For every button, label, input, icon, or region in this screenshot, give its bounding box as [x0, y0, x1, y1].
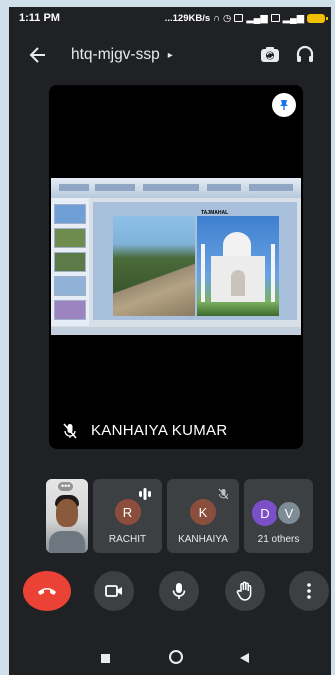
pin-icon [280, 100, 288, 110]
network-speed: ...129KB/s [164, 12, 211, 24]
raise-hand-button[interactable] [225, 571, 265, 611]
square-icon [101, 654, 110, 663]
others-tile[interactable]: D V 21 others [244, 479, 313, 553]
triangle-back-icon [240, 653, 249, 663]
mic-off-icon [63, 423, 77, 438]
alarm-icon: ◷ [223, 12, 232, 24]
signal2-icon: ▂▄▆ [282, 12, 304, 24]
audio-output-button[interactable] [294, 43, 316, 65]
pin-button[interactable] [272, 93, 296, 117]
more-vert-icon [307, 583, 311, 599]
hand-icon [236, 581, 252, 601]
others-avatars: D V [252, 500, 308, 526]
recents-button[interactable] [100, 651, 111, 669]
status-time: 1:11 PM [19, 12, 60, 24]
slide-thumbnails [51, 198, 89, 326]
meeting-code: htq-mjgv-ssp [71, 46, 160, 63]
speaker-name: KANHAIYA KUMAR [91, 422, 228, 439]
participant-name: RACHIT [108, 534, 147, 545]
switch-camera-icon [261, 47, 279, 62]
participant-name: KANHAIYA [178, 534, 228, 545]
switch-camera-button[interactable] [258, 43, 282, 67]
mic-off-icon [218, 487, 229, 505]
avatar: K [190, 499, 216, 525]
vowifi-icon [234, 14, 244, 22]
camera-button[interactable] [94, 571, 134, 611]
avatar: D [252, 500, 278, 526]
video-camera-icon [105, 585, 122, 597]
microphone-icon [172, 583, 186, 599]
self-tile[interactable]: ••• [46, 479, 88, 553]
signal-icon: ▂▄▆ [246, 12, 268, 24]
vowifi2-icon [270, 14, 280, 22]
caret-right-icon: ▸ [167, 49, 173, 61]
participant-strip: ••• R RACHIT K KANHAIYA D V 21 others [46, 479, 313, 553]
speaker-label: KANHAIYA KUMAR [63, 422, 227, 439]
microphone-button[interactable] [159, 571, 199, 611]
more-options-button[interactable] [289, 571, 329, 611]
taj-mahal-image [197, 216, 279, 316]
status-icons: ...129KB/s ∩ ◷ ▂▄▆ ▂▄▆ [164, 12, 328, 24]
home-button[interactable] [168, 649, 184, 670]
arrow-back-icon [29, 47, 45, 63]
back-nav-button[interactable] [239, 651, 250, 669]
ppt-status-bar [51, 327, 301, 335]
navigation-bar [9, 643, 331, 673]
meet-call-screen: 1:11 PM ...129KB/s ∩ ◷ ▂▄▆ ▂▄▆ htq-mjgv-… [9, 7, 331, 675]
call-controls [9, 571, 331, 615]
participant-tile[interactable]: R RACHIT [93, 479, 162, 553]
app-bar: htq-mjgv-ssp ▸ [9, 35, 331, 75]
audio-level-icon [138, 487, 152, 505]
participant-tile[interactable]: K KANHAIYA [167, 479, 239, 553]
call-end-icon [38, 588, 56, 595]
others-count: 21 others [257, 534, 300, 545]
meeting-title[interactable]: htq-mjgv-ssp ▸ [71, 46, 173, 64]
shared-presentation: TAJMAHAL [51, 178, 301, 335]
avatar: R [114, 499, 141, 525]
end-call-button[interactable] [23, 571, 71, 611]
main-stage[interactable]: TAJMAHAL KANHAIYA KUMAR [49, 85, 303, 449]
current-slide: TAJMAHAL [93, 202, 297, 320]
battery-icon [307, 13, 328, 23]
ppt-ribbon [51, 178, 301, 198]
great-wall-image [113, 216, 195, 316]
self-more-icon[interactable]: ••• [58, 482, 74, 491]
back-button[interactable] [27, 44, 49, 66]
status-bar: 1:11 PM ...129KB/s ∩ ◷ ▂▄▆ ▂▄▆ [9, 7, 331, 29]
headset-icon: ∩ [213, 12, 221, 24]
circle-icon [169, 650, 183, 664]
avatar: V [276, 500, 302, 526]
headphones-icon [296, 45, 314, 62]
